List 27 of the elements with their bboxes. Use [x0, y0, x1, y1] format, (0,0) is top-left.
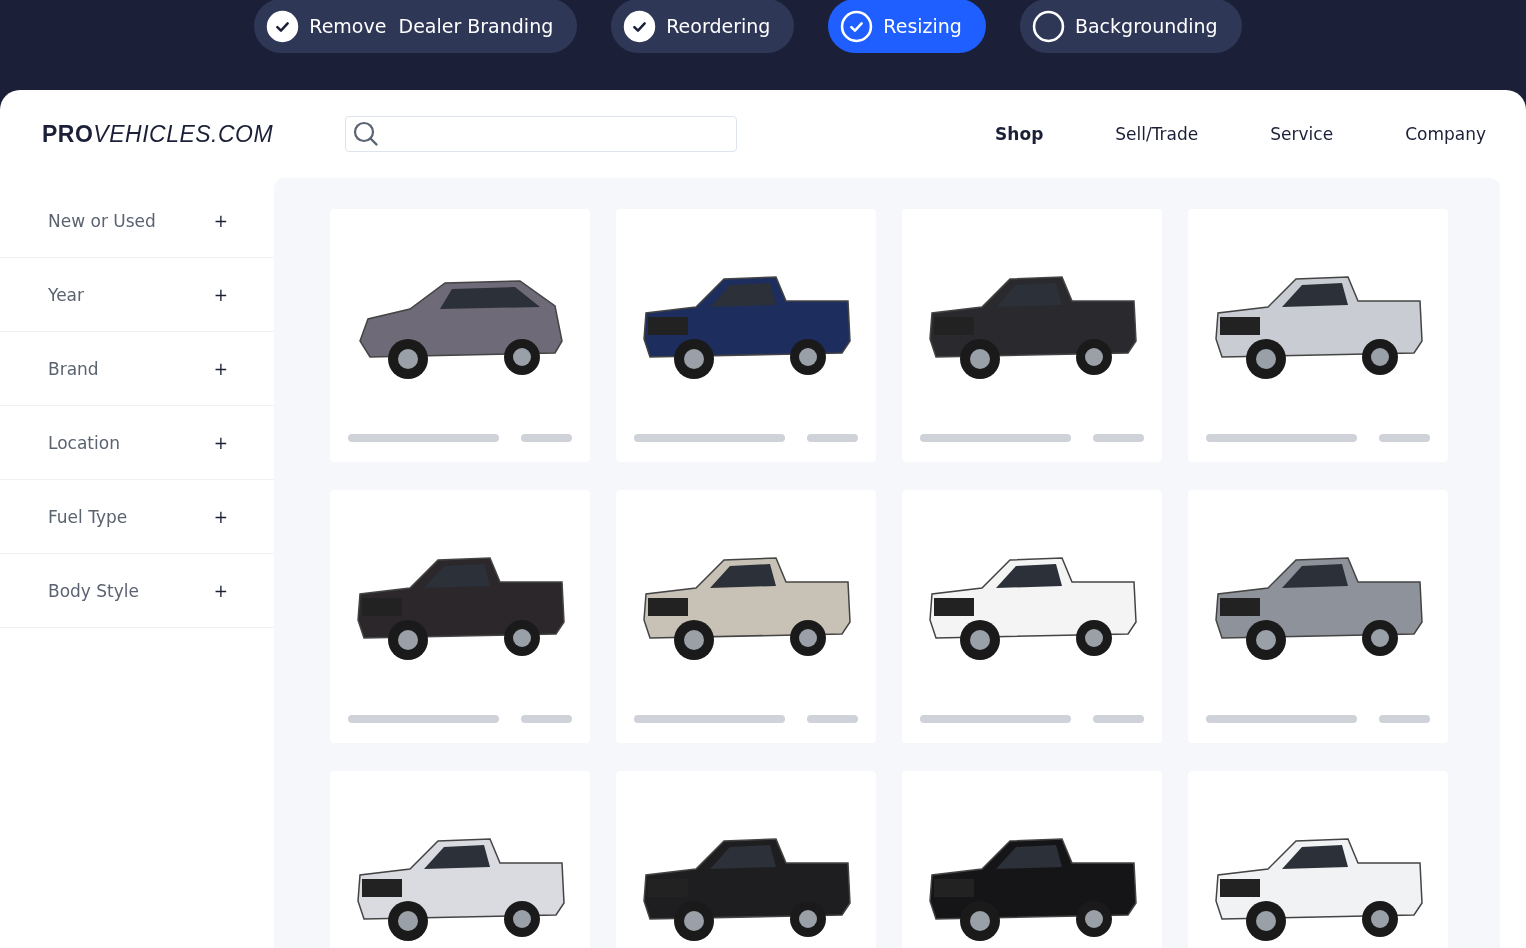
step-pill[interactable]: Resizing [828, 0, 986, 53]
site-logo[interactable]: PROVEHICLES.COM [42, 120, 274, 148]
loading-placeholder-bar [807, 715, 858, 723]
vehicle-card[interactable] [1188, 209, 1448, 462]
search-field[interactable] [345, 116, 738, 152]
step-pill[interactable]: Backgrounding [1019, 0, 1242, 53]
loading-placeholder-bar [1093, 715, 1144, 723]
vehicle-card[interactable] [616, 209, 876, 462]
vehicle-card[interactable] [1188, 490, 1448, 743]
loading-placeholder-bar [1379, 715, 1430, 723]
nav-link[interactable]: Service [1270, 124, 1334, 144]
loading-placeholder-bar [521, 434, 572, 442]
vehicle-card[interactable] [330, 209, 590, 462]
nav-link[interactable]: Company [1405, 124, 1486, 144]
loading-placeholder-bar [1093, 434, 1144, 442]
vehicle-card[interactable] [330, 490, 590, 743]
nav-link[interactable]: Shop [995, 124, 1044, 144]
loading-placeholder-bar [521, 715, 572, 723]
vehicle-card[interactable] [616, 490, 876, 743]
loading-placeholder-bar [1379, 434, 1430, 442]
vehicle-card[interactable] [902, 490, 1162, 743]
step-pill[interactable]: Remove Dealer Branding [254, 0, 578, 53]
loading-placeholder-bar [807, 434, 858, 442]
step-pill[interactable]: Reordering [611, 0, 795, 53]
nav-link[interactable]: Sell/Trade [1115, 124, 1199, 144]
vehicle-card[interactable] [902, 209, 1162, 462]
search-icon [352, 120, 381, 148]
